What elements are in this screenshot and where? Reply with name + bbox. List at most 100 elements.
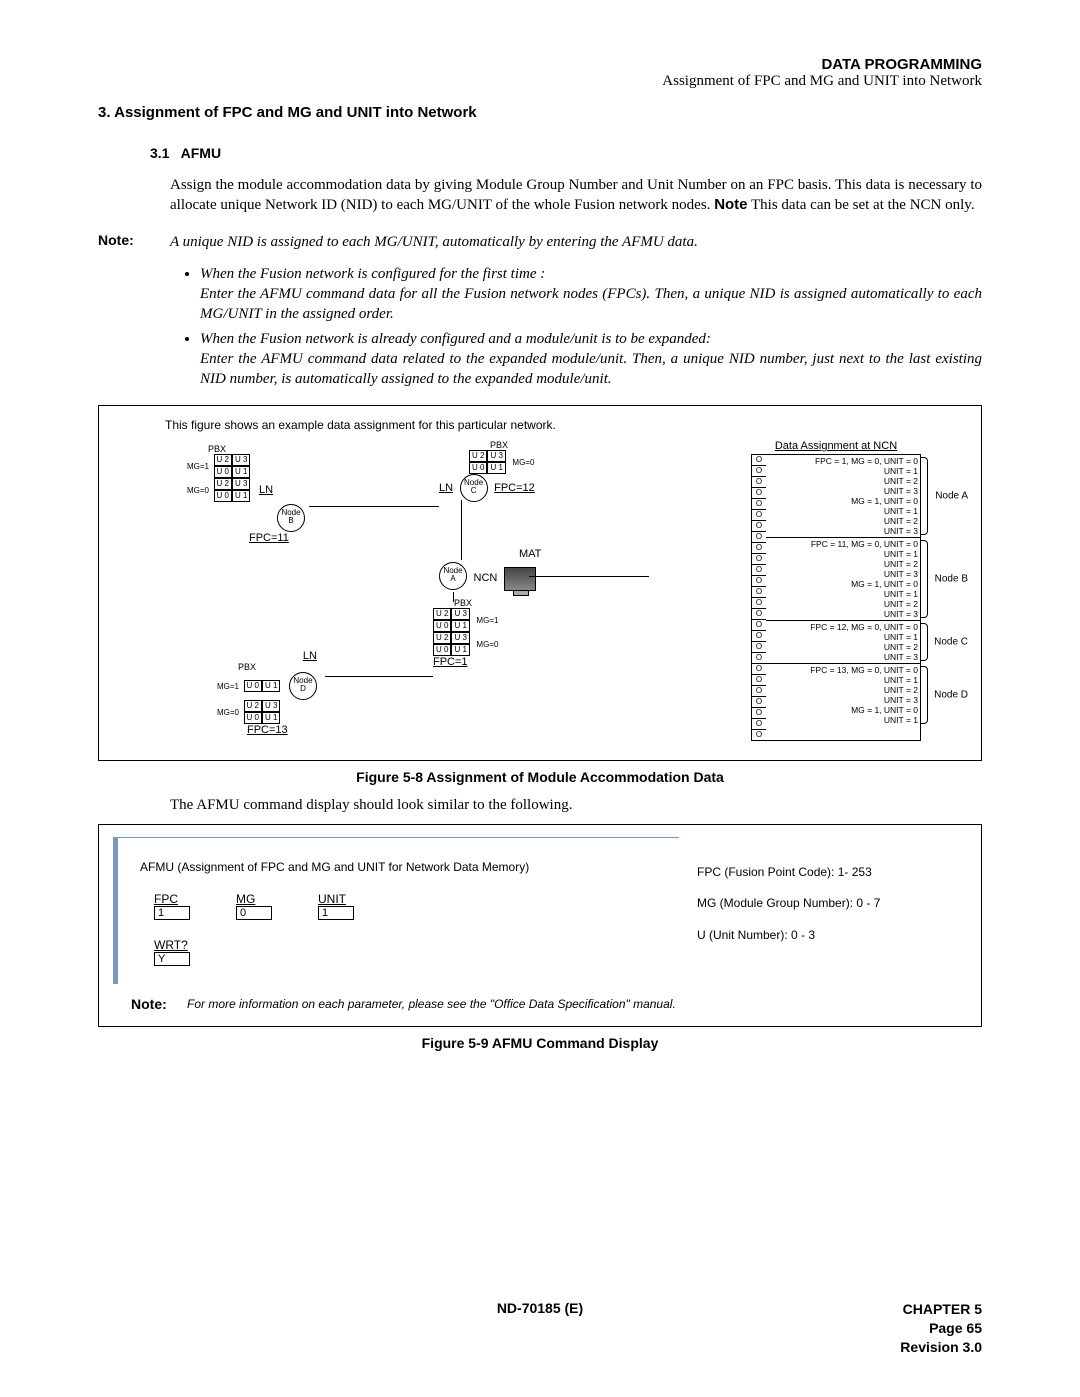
cmd-title: AFMU (Assignment of FPC and MG and UNIT … — [140, 860, 669, 874]
da-line: UNIT = 2 — [768, 642, 918, 652]
da-block: FPC = 1, MG = 0, UNIT = 0UNIT = 1UNIT = … — [766, 455, 920, 538]
section-heading: 3. Assignment of FPC and MG and UNIT int… — [98, 104, 982, 121]
unit-cell: U 1 — [262, 680, 280, 692]
unit-cell: U 0 — [469, 462, 487, 474]
fpc-label: FPC=12 — [494, 482, 535, 494]
subsection-title: AFMU — [181, 145, 221, 161]
fpc-value: 1 — [154, 906, 190, 920]
marker-cell: O — [752, 488, 766, 499]
unit-cell: U 0 — [244, 712, 262, 724]
node-b-icon: Node B — [277, 504, 305, 532]
cmd-left-panel: AFMU (Assignment of FPC and MG and UNIT … — [113, 837, 679, 984]
bullet-body: Enter the AFMU command data for all the … — [200, 286, 982, 322]
node-b-cluster: PBX MG=1 U 2U 3 U 0U 1 MG=0 U 2U 3 U 0U … — [187, 444, 305, 544]
ncn-label: NCN — [474, 572, 498, 584]
marker-cell: O — [752, 554, 766, 565]
pbx-label: PBX — [433, 598, 493, 608]
unit-cell: U 2 — [214, 454, 232, 466]
unit-cell: U 1 — [487, 462, 505, 474]
unit-cell: U 3 — [232, 478, 250, 490]
node-d-cluster: LN PBX MG=1 U 0U 1 Node D MG — [217, 650, 317, 736]
network-diagram: PBX MG=1 U 2U 3 U 0U 1 MG=0 U 2U 3 U 0U … — [109, 440, 971, 750]
da-line: UNIT = 1 — [768, 506, 918, 516]
mg-label: MG=0 — [217, 708, 239, 717]
pbx-label: PBX — [217, 662, 277, 672]
figure-5-8-caption: Figure 5-8 Assignment of Module Accommod… — [98, 769, 982, 785]
mg-row: U 2U 3 U 0U 1 MG=0 — [433, 632, 500, 656]
node-bot: A — [450, 574, 455, 583]
footer-page: Page 65 — [900, 1319, 982, 1338]
da-panel: OOOOOOOOOOOOOOOOOOOOOOOOOO FPC = 1, MG =… — [751, 454, 921, 741]
da-line: MG = 1, UNIT = 0 — [768, 705, 918, 715]
unit-cell: U 1 — [262, 712, 280, 724]
da-node-label: Node B — [935, 574, 968, 585]
brace-icon — [921, 540, 928, 618]
legend-mg: MG (Module Group Number): 0 - 7 — [697, 888, 967, 919]
marker-cell: O — [752, 697, 766, 708]
unit-cell: U 3 — [232, 454, 250, 466]
fpc-label: FPC=11 — [249, 532, 305, 544]
brace-icon — [921, 666, 928, 724]
da-line: FPC = 11, MG = 0, UNIT = 0 — [768, 539, 918, 549]
data-assignment-area: Data Assignment at NCN OOOOOOOOOOOOOOOOO… — [751, 440, 971, 750]
da-line: UNIT = 2 — [768, 476, 918, 486]
da-node-label: Node C — [934, 637, 968, 648]
marker-cell: O — [752, 587, 766, 598]
da-line: UNIT = 2 — [768, 685, 918, 695]
bullet-list: When the Fusion network is configured fo… — [176, 264, 982, 390]
da-block: FPC = 11, MG = 0, UNIT = 0UNIT = 1UNIT =… — [766, 538, 920, 621]
da-line: FPC = 12, MG = 0, UNIT = 0 — [768, 622, 918, 632]
unit-field: UNIT 1 — [318, 892, 354, 920]
da-line: FPC = 1, MG = 0, UNIT = 0 — [768, 456, 918, 466]
figure-5-9-box: AFMU (Assignment of FPC and MG and UNIT … — [98, 824, 982, 1027]
ncn-cluster: Node A NCN — [439, 562, 536, 591]
da-marker-col: OOOOOOOOOOOOOOOOOOOOOOOOOO — [752, 455, 766, 740]
marker-cell: O — [752, 510, 766, 521]
fpc-label: FPC=1 — [433, 656, 500, 668]
unit-value: 1 — [318, 906, 354, 920]
marker-cell: O — [752, 719, 766, 730]
note-text: For more information on each parameter, … — [187, 996, 967, 1012]
note-block: Note: A unique NID is assigned to each M… — [98, 232, 982, 252]
marker-cell: O — [752, 730, 766, 740]
ln-label: LN — [303, 650, 317, 662]
marker-cell: O — [752, 675, 766, 686]
da-line: MG = 1, UNIT = 0 — [768, 579, 918, 589]
footer-rev: Revision 3.0 — [900, 1338, 982, 1357]
marker-cell: O — [752, 466, 766, 477]
marker-cell: O — [752, 576, 766, 587]
mg-row: U 2U 3 U 0U 1 MG=1 — [433, 608, 500, 632]
para-text-b: This data can be set at the NCN only. — [751, 197, 975, 213]
unit-cell: U 2 — [433, 608, 451, 620]
cmd-inner: AFMU (Assignment of FPC and MG and UNIT … — [113, 837, 967, 984]
diagram-left: PBX MG=1 U 2U 3 U 0U 1 MG=0 U 2U 3 U 0U … — [109, 440, 741, 750]
da-node-label: Node A — [935, 491, 968, 502]
marker-cell: O — [752, 686, 766, 697]
da-line: MG = 1, UNIT = 0 — [768, 496, 918, 506]
monitor-icon — [504, 567, 536, 591]
marker-cell: O — [752, 477, 766, 488]
list-item: When the Fusion network is configured fo… — [200, 264, 982, 325]
da-block: FPC = 13, MG = 0, UNIT = 0UNIT = 1UNIT =… — [766, 664, 920, 726]
mg-label: MG — [236, 892, 255, 906]
marker-cell: O — [752, 653, 766, 664]
page-header: DATA PROGRAMMING Assignment of FPC and M… — [98, 56, 982, 90]
bullet-body: Enter the AFMU command data related to t… — [200, 351, 982, 387]
node-c-cluster: PBX U 2U 3 U 0U 1 MG=0 LN Node C — [439, 440, 536, 502]
fpc-label: FPC=13 — [247, 724, 317, 736]
marker-cell: O — [752, 642, 766, 653]
marker-cell: O — [752, 543, 766, 554]
da-line: UNIT = 3 — [768, 695, 918, 705]
mg-label: MG=0 — [187, 486, 209, 495]
mg-row: U 2U 3 U 0U 1 MG=0 — [469, 450, 536, 474]
wire — [461, 500, 462, 560]
wrt-field: WRT? Y — [154, 938, 669, 966]
subsection-heading: 3.1 AFMU — [150, 145, 982, 161]
mat-label: MAT — [519, 548, 541, 560]
mg-label: MG=0 — [512, 458, 534, 467]
unit-cell: U 3 — [451, 632, 469, 644]
node-bot: D — [300, 684, 306, 693]
da-line: UNIT = 1 — [768, 466, 918, 476]
unit-cell: U 1 — [451, 644, 469, 656]
cmd-right-panel: FPC (Fusion Point Code): 1- 253 MG (Modu… — [697, 837, 967, 984]
